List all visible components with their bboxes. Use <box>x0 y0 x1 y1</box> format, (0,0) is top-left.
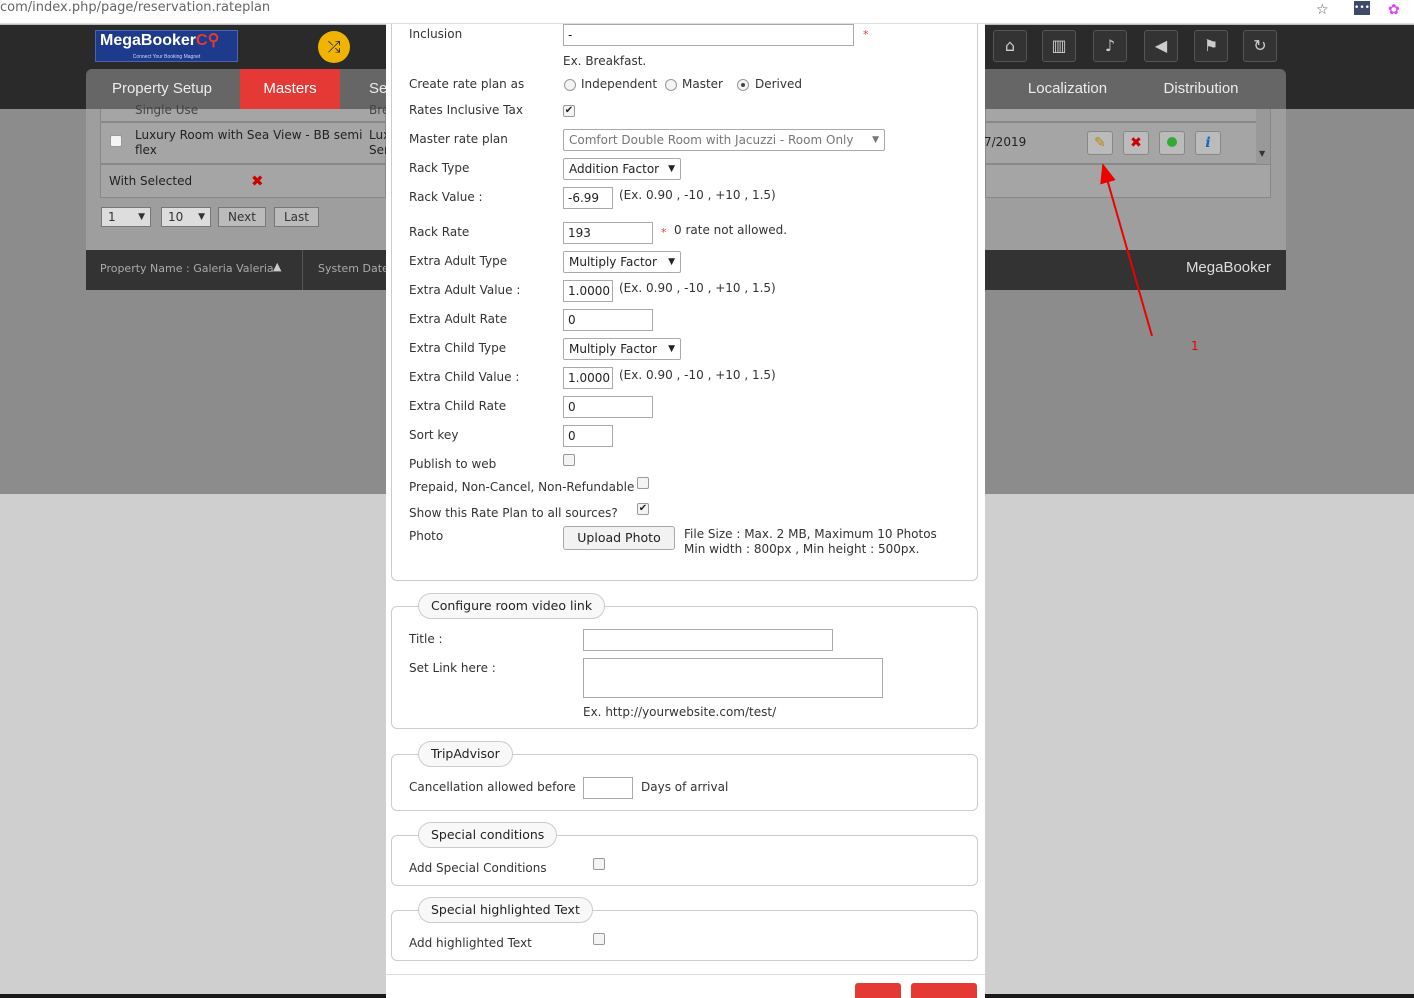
rates-tax-label: Rates Inclusive Tax <box>409 103 523 117</box>
inclusion-label: Inclusion <box>409 27 463 41</box>
special-conditions-label: Add Special Conditions <box>409 861 547 875</box>
extra-child-type-select[interactable]: Multiply Factor ▼ <box>563 338 681 360</box>
master-plan-select[interactable]: Comfort Double Room with Jacuzzi - Room … <box>563 129 885 151</box>
extra-child-value-label: Extra Child Value : <box>409 370 520 384</box>
extra-adult-type-value: Multiply Factor <box>569 255 657 269</box>
extra-child-value-input[interactable] <box>563 367 613 389</box>
extra-adult-value-label: Extra Adult Value : <box>409 283 521 297</box>
cancel-button[interactable] <box>911 983 977 998</box>
chevron-down-icon: ▼ <box>668 164 675 174</box>
inclusion-input[interactable]: - <box>563 24 854 46</box>
rack-value-input[interactable] <box>563 187 613 209</box>
create-as-label: Create rate plan as <box>409 77 525 91</box>
rack-type-value: Addition Factor <box>569 162 660 176</box>
highlighted-text-legend: Special highlighted Text <box>418 897 593 923</box>
radio-derived[interactable] <box>737 79 749 91</box>
radio-master[interactable] <box>665 79 677 91</box>
tripadvisor-legend: TripAdvisor <box>418 741 513 767</box>
prepaid-label: Prepaid, Non-Cancel, Non-Refundable <box>409 480 635 494</box>
extra-adult-type-label: Extra Adult Type <box>409 254 508 268</box>
extra-adult-value-hint: (Ex. 0.90 , -10 , +10 , 1.5) <box>619 281 776 295</box>
extra-adult-rate-input[interactable] <box>563 309 653 331</box>
required-marker: * <box>661 226 667 239</box>
modal-footer-divider <box>386 974 985 975</box>
radio-independent[interactable] <box>564 79 576 91</box>
video-title-label: Title : <box>409 632 443 646</box>
video-link-textarea[interactable] <box>583 658 883 698</box>
master-plan-label: Master rate plan <box>409 132 508 146</box>
edit-button[interactable] <box>855 983 901 998</box>
chevron-down-icon: ▼ <box>668 344 675 354</box>
extra-adult-type-select[interactable]: Multiply Factor ▼ <box>563 251 681 273</box>
radio-derived-label: Derived <box>755 77 802 91</box>
radio-independent-label: Independent <box>581 77 658 91</box>
highlighted-text-label: Add highlighted Text <box>409 936 532 950</box>
special-conditions-legend: Special conditions <box>418 822 558 848</box>
rack-type-select[interactable]: Addition Factor ▼ <box>563 158 681 180</box>
publish-label: Publish to web <box>409 457 497 471</box>
extra-child-rate-input[interactable] <box>563 396 653 418</box>
master-plan-value: Comfort Double Room with Jacuzzi - Room … <box>569 133 854 147</box>
radio-master-label: Master <box>682 77 723 91</box>
extra-adult-value-input[interactable] <box>563 280 613 302</box>
rack-type-label: Rack Type <box>409 161 470 175</box>
rack-rate-hint: 0 rate not allowed. <box>674 223 788 237</box>
cancellation-days-input[interactable] <box>583 777 633 799</box>
video-link-hint: Ex. http://yourwebsite.com/test/ <box>583 705 777 719</box>
photo-hint-dimensions: Min width : 800px , Min height : 500px. <box>684 542 920 556</box>
extra-child-type-value: Multiply Factor <box>569 342 657 356</box>
show-all-label: Show this Rate Plan to all sources? <box>409 506 618 520</box>
rack-rate-label: Rack Rate <box>409 225 470 239</box>
extra-child-value-hint: (Ex. 0.90 , -10 , +10 , 1.5) <box>619 368 776 382</box>
sort-key-label: Sort key <box>409 428 459 442</box>
rack-value-hint: (Ex. 0.90 , -10 , +10 , 1.5) <box>619 188 776 202</box>
rates-tax-checkbox[interactable]: ✔ <box>563 105 575 117</box>
highlighted-text-checkbox[interactable] <box>593 933 605 945</box>
video-link-label: Set Link here : <box>409 661 496 675</box>
show-all-checkbox[interactable]: ✔ <box>637 503 649 515</box>
extra-child-type-label: Extra Child Type <box>409 341 507 355</box>
photo-hint-size: File Size : Max. 2 MB, Maximum 10 Photos <box>684 527 937 541</box>
arrow-1 <box>1100 163 1153 337</box>
upload-photo-button[interactable]: Upload Photo <box>563 526 675 550</box>
rack-value-label: Rack Value : <box>409 190 483 204</box>
publish-checkbox[interactable] <box>563 454 575 466</box>
required-marker: * <box>863 28 869 41</box>
rack-rate-input[interactable] <box>563 222 653 244</box>
photo-label: Photo <box>409 529 444 543</box>
cancellation-label: Cancellation allowed before <box>409 780 576 794</box>
extra-adult-rate-label: Extra Adult Rate <box>409 312 508 326</box>
video-legend: Configure room video link <box>418 593 606 619</box>
sort-key-input[interactable] <box>563 425 613 447</box>
special-conditions-checkbox[interactable] <box>593 858 605 870</box>
cancellation-suffix: Days of arrival <box>641 780 729 794</box>
chevron-down-icon: ▼ <box>668 257 675 267</box>
prepaid-checkbox[interactable] <box>637 477 649 489</box>
inclusion-hint: Ex. Breakfast. <box>563 54 647 68</box>
chevron-down-icon: ▼ <box>872 135 879 145</box>
annotation-1: 1 <box>1191 339 1199 353</box>
video-title-input[interactable] <box>583 629 833 651</box>
extra-child-rate-label: Extra Child Rate <box>409 399 507 413</box>
